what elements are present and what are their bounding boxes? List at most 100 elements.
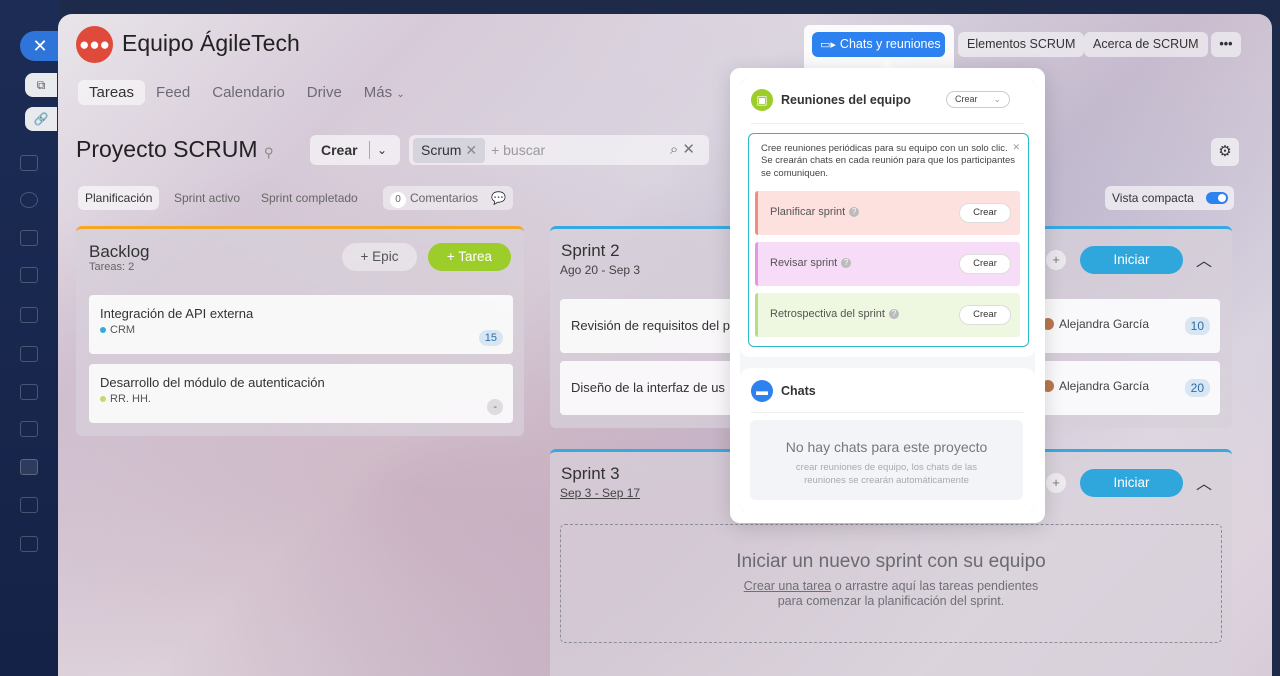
rail-icon-chat[interactable] (20, 307, 38, 323)
story-points-badge: 15 (478, 330, 503, 346)
team-logo-icon: ●●● (76, 26, 113, 63)
rail-icon-filter[interactable] (20, 497, 38, 513)
meeting-row-review: Revisar sprint? Crear (755, 242, 1020, 286)
subtab-completed-sprint[interactable]: Sprint completado (254, 186, 365, 210)
subtab-active-sprint[interactable]: Sprint activo (167, 186, 247, 210)
task-card[interactable]: Integración de API externa CRM 15 (89, 295, 513, 354)
rail-icon-list[interactable] (20, 346, 38, 362)
meeting-row-retro: Retrospectiva del sprint? Crear (755, 293, 1020, 337)
task-title[interactable]: Diseño de la interfaz de us (571, 380, 725, 395)
rail-icon-calendar[interactable] (20, 230, 38, 246)
search-input[interactable]: + buscar (491, 142, 545, 158)
rail-icon-settings[interactable] (20, 192, 38, 208)
rail-icon-mail[interactable] (20, 384, 38, 400)
tab-feed[interactable]: Feed (145, 80, 201, 105)
sprint2-title: Sprint 2 (561, 241, 620, 260)
rail-icon-contacts[interactable] (20, 421, 38, 437)
open-new-window-icon[interactable]: ⧉ (25, 73, 57, 97)
add-icon[interactable]: + (1046, 250, 1066, 270)
task-tag: RR. HH. (100, 393, 151, 405)
add-epic-button[interactable]: + Epic (342, 243, 417, 271)
backlog-count: Tareas: 2 (89, 261, 135, 273)
start-sprint2-button[interactable]: Iniciar (1080, 246, 1183, 274)
task-title[interactable]: Integración de API externa (100, 306, 253, 321)
no-chats-title: No hay chats para este proyecto (785, 439, 988, 455)
create-task-link[interactable]: Crear una tarea (744, 579, 832, 593)
meetings-create-button[interactable]: Crear ⌄ (946, 91, 1010, 108)
gear-icon[interactable]: ⚙ (1211, 138, 1239, 166)
tab-drive[interactable]: Drive (296, 80, 353, 105)
empty-sprint-hint: Crear una tarea o arrastre aquí las tare… (561, 579, 1221, 609)
chevron-down-icon[interactable]: ⌄ (377, 135, 387, 165)
filter-chip[interactable]: Scrum ✕ (413, 137, 486, 163)
meeting-label-text: Revisar sprint (770, 257, 838, 269)
compact-view-toggle[interactable]: Vista compacta (1105, 186, 1234, 210)
meeting-label: Retrospectiva del sprint? (770, 308, 899, 320)
search-filter[interactable]: Scrum ✕ + buscar ⌕ ✕ (409, 135, 709, 165)
story-points-badge: - (487, 399, 503, 415)
empty-sprint-dropzone[interactable]: Iniciar un nuevo sprint con su equipo Cr… (560, 524, 1222, 643)
sprint2-dates[interactable]: Ago 20 - Sep 3 (560, 263, 640, 277)
start-sprint3-button[interactable]: Iniciar (1080, 469, 1183, 497)
add-icon[interactable]: + (1046, 473, 1066, 493)
close-icon[interactable]: ✕ (1012, 142, 1020, 153)
meeting-label-text: Planificar sprint (770, 206, 846, 218)
team-meetings-section: ▣ Reuniones del equipo Crear ⌄ Cree reuni… (740, 78, 1035, 357)
toggle-switch[interactable] (1205, 192, 1228, 204)
sprint3-dates[interactable]: Sep 3 - Sep 17 (560, 486, 640, 500)
page-title: Equipo ÁgileTech (122, 30, 300, 56)
comment-icon[interactable]: 💬 (491, 191, 506, 205)
chat-bubble-icon: ▬ (751, 380, 773, 402)
help-icon[interactable]: ? (888, 309, 899, 319)
backlog-column: Backlog Tareas: 2 + Epic + Tarea Integra… (76, 226, 524, 436)
tab-more-label: Más (363, 84, 393, 101)
more-menu-button[interactable]: ••• (1211, 32, 1241, 57)
collapse-icon[interactable]: ︿ (1196, 247, 1212, 271)
rail-icon-docs[interactable] (20, 267, 38, 283)
about-scrum-button[interactable]: Acerca de SCRUM (1084, 32, 1208, 57)
meetings-create-label: Crear (955, 94, 978, 104)
rail-icon-tasks[interactable] (20, 155, 38, 171)
task-card[interactable]: Desarrollo del módulo de autenticación R… (89, 364, 513, 423)
assignee[interactable]: Alejandra García (1042, 379, 1149, 393)
calendar-icon: ▣ (751, 89, 773, 111)
tab-more[interactable]: Más ⌄ (353, 80, 416, 105)
task-title[interactable]: Revisión de requisitos del p (571, 318, 730, 333)
collapse-icon[interactable]: ︿ (1196, 470, 1212, 494)
tab-calendar[interactable]: Calendario (201, 80, 296, 105)
pin-icon[interactable]: ⚲ (264, 145, 274, 160)
chats-title: Chats (781, 384, 816, 398)
tag-label: CRM (110, 324, 136, 336)
hint-text-1: o arrastre aquí las tareas pendientes (831, 579, 1039, 593)
chevron-down-icon[interactable]: ⌄ (993, 92, 1001, 107)
create-planning-button[interactable]: Crear (960, 204, 1010, 222)
story-points-badge: 10 (1184, 317, 1210, 335)
hint-text-2: para comenzar la planificación del sprin… (777, 594, 1005, 608)
popup-arrow (879, 60, 895, 68)
comments-filter[interactable]: 0 Comentarios 💬 (383, 186, 514, 210)
assignee[interactable]: Alejandra García (1042, 317, 1149, 331)
close-slider-button[interactable]: ✕ (20, 31, 60, 61)
chats-meetings-button[interactable]: ▭▸ Chats y reuniones (812, 32, 945, 57)
copy-link-icon[interactable]: 🔗 (25, 107, 57, 131)
project-title: Proyecto SCRUM ⚲ (76, 136, 273, 163)
add-task-button[interactable]: + Tarea (428, 243, 511, 271)
no-chats-placeholder: No hay chats para este proyecto crear re… (750, 420, 1023, 500)
tab-tasks[interactable]: Tareas (78, 80, 146, 105)
rail-icon-store[interactable] (20, 536, 38, 552)
backlog-title: Backlog (89, 242, 150, 261)
meetings-title: Reuniones del equipo (781, 93, 911, 107)
subtab-planning[interactable]: Planificación (78, 186, 160, 210)
rail-icon-check[interactable] (20, 459, 38, 475)
help-icon[interactable]: ? (849, 207, 860, 217)
create-task-button[interactable]: Crear ⌄ (310, 135, 400, 165)
create-review-button[interactable]: Crear (960, 255, 1010, 273)
help-icon[interactable]: ? (841, 258, 852, 268)
task-tag: CRM (100, 324, 135, 336)
elements-scrum-button[interactable]: Elementos SCRUM (958, 32, 1085, 57)
create-retro-button[interactable]: Crear (960, 306, 1010, 324)
chip-close-icon[interactable]: ✕ (465, 142, 477, 158)
no-chats-subtitle: crear reuniones de equipo, los chats de … (795, 462, 978, 486)
task-title[interactable]: Desarrollo del módulo de autenticación (100, 375, 325, 390)
search-clear-icons[interactable]: ⌕ ✕ (670, 140, 695, 158)
